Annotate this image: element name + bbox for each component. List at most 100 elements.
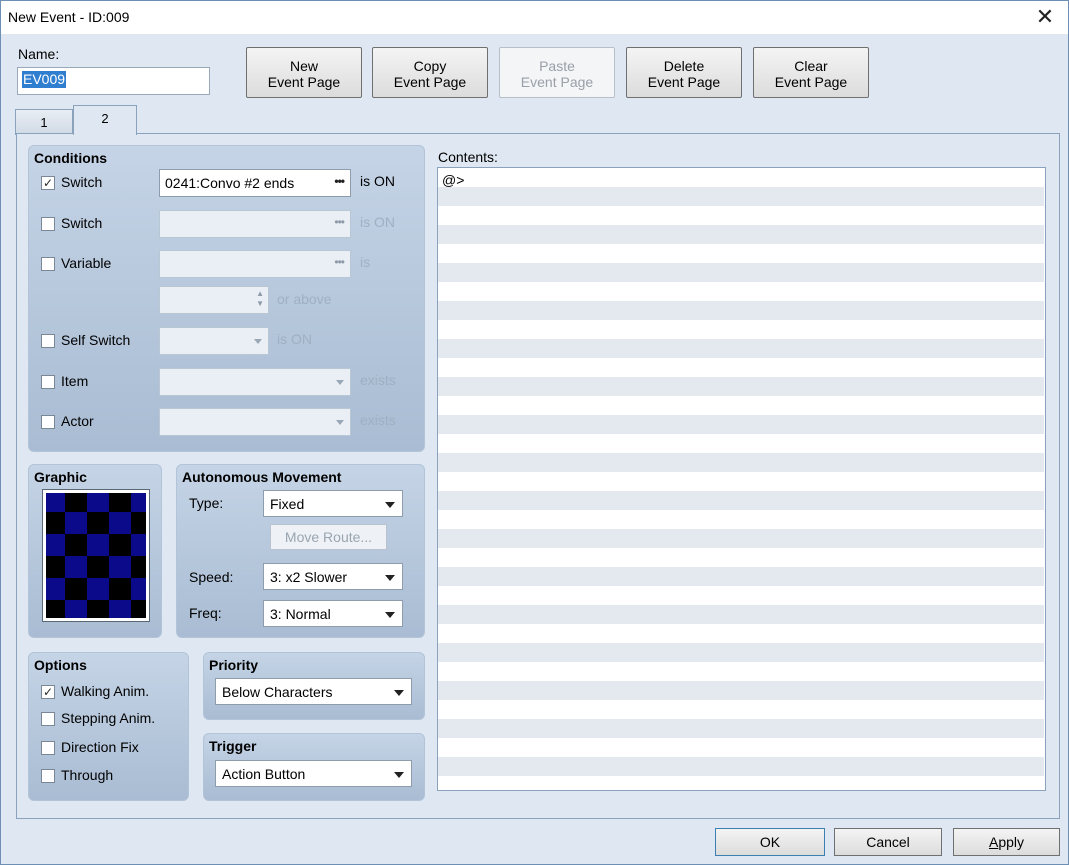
tab-page-1[interactable]: 1 [15,109,73,135]
options-title: Options [34,657,87,673]
item-suffix: exists [360,372,396,388]
item-label: Item [61,373,89,389]
movement-title: Autonomous Movement [182,469,342,485]
tab-page-2[interactable]: 2 [73,105,137,135]
button-label: Event Page [267,74,341,90]
delete-event-page-button[interactable]: Delete Event Page [626,47,742,98]
contents-rows [438,168,1044,790]
ok-button[interactable]: OK [715,828,825,856]
contents-line[interactable]: @> [442,172,464,188]
name-value: EV009 [22,71,67,88]
tab-label: 1 [40,115,48,130]
chevron-down-icon [394,772,404,778]
switch2-label: Switch [61,215,103,231]
button-label: New [289,58,318,74]
variable-value-stepper[interactable]: ▲ ▼ [159,286,269,314]
button-label: Copy [413,58,447,74]
walking-anim-label: Walking Anim. [61,683,150,699]
variable-selector[interactable]: ••• [159,250,351,278]
through-label: Through [61,767,114,783]
priority-value: Below Characters [222,684,333,700]
item-select[interactable] [159,368,351,396]
self-switch-checkbox[interactable] [41,334,55,348]
stepping-anim-checkbox[interactable] [41,712,55,726]
movement-panel: Autonomous Movement Type: Fixed Move Rou… [176,464,425,638]
stepping-anim-label: Stepping Anim. [61,710,156,726]
speed-value: 3: x2 Slower [270,569,348,585]
close-icon[interactable]: ✕ [1030,4,1060,32]
options-panel: Options ✓ Walking Anim. Stepping Anim. D… [28,652,189,801]
title-bar: New Event - ID:009 ✕ [1,1,1068,34]
trigger-select[interactable]: Action Button [215,760,412,787]
freq-value: 3: Normal [270,606,331,622]
chevron-down-icon [254,339,262,344]
move-route-button[interactable]: Move Route... [270,524,387,550]
button-label: Event Page [520,74,594,90]
new-event-page-button[interactable]: New Event Page [246,47,362,98]
type-label: Type: [189,495,224,511]
switch1-label: Switch [61,174,103,190]
trigger-panel: Trigger Action Button [203,733,425,801]
switch2-selector[interactable]: ••• [159,210,351,238]
apply-button[interactable]: Apply [953,828,1060,856]
actor-label: Actor [61,413,94,429]
switch1-value: 0241:Convo #2 ends [165,175,295,191]
graphic-panel: Graphic [28,464,162,638]
switch2-suffix: is ON [360,214,395,230]
self-switch-suffix: is ON [277,331,312,347]
chevron-down-icon [385,502,395,508]
chevron-down-icon [394,690,404,696]
name-label: Name: [18,46,60,62]
chevron-down-icon [385,612,395,618]
actor-suffix: exists [360,412,396,428]
type-select[interactable]: Fixed [263,490,403,517]
ellipsis-icon: ••• [334,255,345,269]
trigger-value: Action Button [222,766,306,782]
contents-label: Contents: [438,149,498,165]
direction-fix-label: Direction Fix [61,739,139,755]
priority-select[interactable]: Below Characters [215,678,412,705]
switch1-checkbox[interactable]: ✓ [41,176,55,190]
priority-panel: Priority Below Characters [203,652,425,720]
self-switch-select[interactable] [159,327,269,355]
name-input[interactable]: EV009 [17,67,210,95]
variable-suffix: is [360,254,371,270]
apply-mnemonic: A [988,834,999,850]
cancel-button[interactable]: Cancel [834,828,942,856]
actor-checkbox[interactable] [41,415,55,429]
variable-checkbox[interactable] [41,257,55,271]
contents-list[interactable]: @> [437,167,1046,791]
tab-label: 2 [101,111,109,126]
button-label: Event Page [393,74,467,90]
priority-title: Priority [209,657,259,673]
speed-select[interactable]: 3: x2 Slower [263,563,403,590]
clear-event-page-button[interactable]: Clear Event Page [753,47,869,98]
paste-event-page-button[interactable]: Paste Event Page [499,47,615,98]
self-switch-label: Self Switch [61,332,131,348]
actor-select[interactable] [159,408,351,436]
item-checkbox[interactable] [41,375,55,389]
graphic-preview[interactable] [42,489,150,622]
switch1-selector[interactable]: 0241:Convo #2 ends ••• [159,169,351,197]
copy-event-page-button[interactable]: Copy Event Page [372,47,488,98]
conditions-panel: Conditions ✓ Switch 0241:Convo #2 ends •… [28,145,425,452]
variable-label: Variable [61,255,112,271]
button-label: Event Page [647,74,721,90]
chevron-down-icon [336,420,344,425]
button-label: Clear [794,58,828,74]
switch1-suffix: is ON [360,173,395,189]
window-title: New Event - ID:009 [8,9,130,25]
type-value: Fixed [270,496,305,512]
freq-select[interactable]: 3: Normal [263,600,403,627]
graphic-title: Graphic [34,469,87,485]
chevron-down-icon [385,575,395,581]
variable-or-above: or above [277,291,332,307]
switch2-checkbox[interactable] [41,217,55,231]
direction-fix-checkbox[interactable] [41,741,55,755]
freq-label: Freq: [189,605,222,621]
through-checkbox[interactable] [41,769,55,783]
walking-anim-checkbox[interactable]: ✓ [41,685,55,699]
button-label: Paste [539,58,575,74]
spin-arrows-icon[interactable]: ▲ ▼ [256,289,264,309]
conditions-title: Conditions [34,150,108,166]
